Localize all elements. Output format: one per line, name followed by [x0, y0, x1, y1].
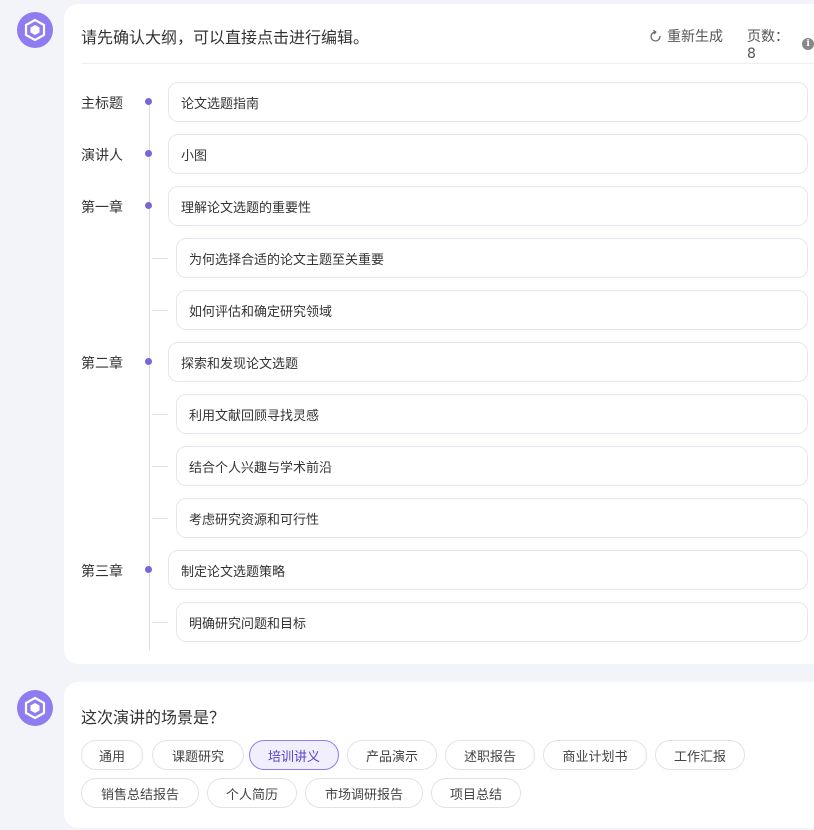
outline-row-section: 为何选择合适的论文主题至关重要: [81, 238, 814, 278]
outline-row-title: 主标题 论文选题指南: [81, 82, 814, 122]
outline-tick: [152, 466, 168, 467]
outline-row-chapter: 第二章 探索和发现论文选题: [81, 342, 814, 382]
outline-item-field[interactable]: 论文选题指南: [168, 82, 808, 122]
outline-item-field[interactable]: 小图: [168, 134, 808, 174]
outline-dot: [145, 202, 152, 209]
scene-option-chip[interactable]: 产品演示: [347, 740, 437, 770]
scene-option-chip[interactable]: 课题研究: [152, 740, 244, 770]
scene-option-chip[interactable]: 销售总结报告: [81, 778, 199, 808]
outline-header: 请先确认大纲，可以直接点击进行编辑。 重新生成 页数：8 i: [81, 4, 814, 64]
outline-item-field[interactable]: 结合个人兴趣与学术前沿: [176, 446, 808, 486]
outline-row-label: 演讲人: [81, 148, 123, 164]
outline-row-label: 第二章: [81, 356, 123, 372]
scene-question: 这次演讲的场景是？: [81, 708, 226, 727]
outline-row-label: 主标题: [81, 96, 123, 112]
outline-item-field[interactable]: 考虑研究资源和可行性: [176, 498, 808, 538]
scene-option-chip[interactable]: 培训讲义: [249, 740, 339, 770]
outline-item-field[interactable]: 制定论文选题策略: [168, 550, 808, 590]
outline-dot: [145, 98, 152, 105]
outline-row-section: 如何评估和确定研究领域: [81, 290, 814, 330]
scene-option-chip[interactable]: 商业计划书: [543, 740, 647, 770]
outline-prompt: 请先确认大纲，可以直接点击进行编辑。: [81, 28, 370, 47]
outline-tick: [152, 258, 168, 259]
outline-row-speaker: 演讲人 小图: [81, 134, 814, 174]
outline-tick: [152, 518, 168, 519]
outline-item-field[interactable]: 探索和发现论文选题: [168, 342, 808, 382]
page-count-label: 页数：8: [747, 29, 789, 62]
scene-option-chip[interactable]: 述职报告: [445, 740, 535, 770]
scene-option-chip[interactable]: 工作汇报: [655, 740, 745, 770]
outline-row-chapter: 第三章 制定论文选题策略: [81, 550, 814, 590]
outline-row-section: 考虑研究资源和可行性: [81, 498, 814, 538]
assistant-avatar-icon: [17, 690, 53, 726]
outline-item-field[interactable]: 明确研究问题和目标: [176, 602, 808, 642]
regenerate-label: 重新生成: [667, 29, 723, 45]
outline-row-label: 第一章: [81, 200, 123, 216]
outline-dot: [145, 358, 152, 365]
outline-row-section: 利用文献回顾寻找灵感: [81, 394, 814, 434]
scene-option-chip[interactable]: 通用: [81, 740, 143, 770]
scene-option-chip[interactable]: 个人简历: [207, 778, 297, 808]
scene-option-chip[interactable]: 项目总结: [431, 778, 521, 808]
outline-item-field[interactable]: 利用文献回顾寻找灵感: [176, 394, 808, 434]
outline-item-field[interactable]: 如何评估和确定研究领域: [176, 290, 808, 330]
regenerate-button[interactable]: 重新生成: [649, 26, 723, 46]
outline-item-field[interactable]: 理解论文选题的重要性: [168, 186, 808, 226]
outline-dot: [145, 150, 152, 157]
outline-tick: [152, 310, 168, 311]
assistant-avatar-icon: [17, 12, 53, 48]
outline-row-chapter: 第一章 理解论文选题的重要性: [81, 186, 814, 226]
assistant-logo-icon: [24, 696, 46, 720]
outline-tick: [152, 414, 168, 415]
outline-tick: [152, 622, 168, 623]
outline-row-section: 明确研究问题和目标: [81, 602, 814, 642]
outline-card: 请先确认大纲，可以直接点击进行编辑。 重新生成 页数：8 i 主标题 论文选题指…: [64, 4, 814, 664]
assistant-logo-icon: [24, 18, 46, 42]
refresh-icon: [650, 29, 661, 42]
page-count: 页数：8 i: [747, 26, 814, 62]
info-icon[interactable]: i: [802, 38, 814, 50]
outline-dot: [145, 566, 152, 573]
outline-item-field[interactable]: 为何选择合适的论文主题至关重要: [176, 238, 808, 278]
scene-option-chip[interactable]: 市场调研报告: [305, 778, 423, 808]
outline-row-label: 第三章: [81, 564, 123, 580]
outline-row-section: 结合个人兴趣与学术前沿: [81, 446, 814, 486]
scene-card: 这次演讲的场景是？ 通用 课题研究 培训讲义 产品演示 述职报告 商业计划书 工…: [64, 682, 814, 828]
